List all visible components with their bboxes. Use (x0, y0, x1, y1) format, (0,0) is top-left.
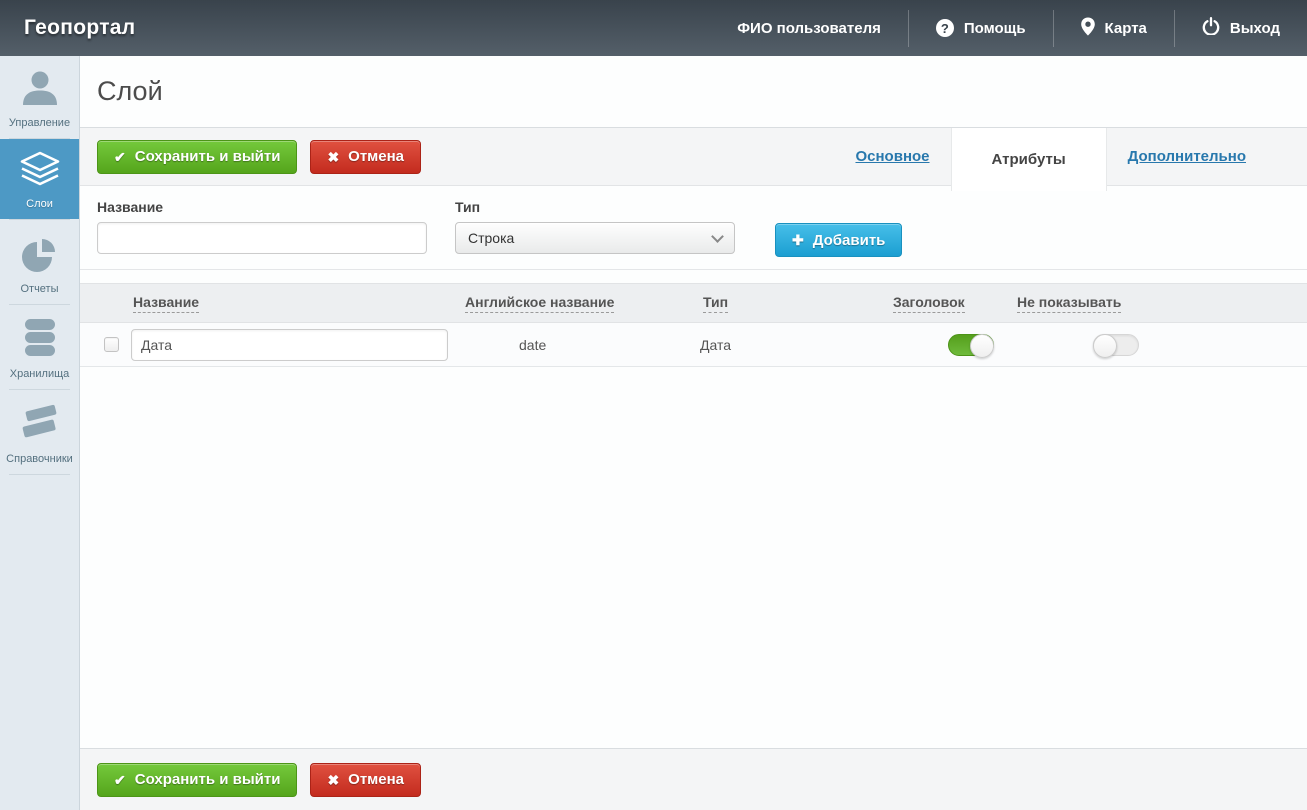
cancel-button[interactable]: ✖ Отмена (310, 139, 422, 174)
column-header-hide: Не показывать (1010, 294, 1307, 313)
add-attribute-button[interactable]: ✚ Добавить (775, 223, 903, 257)
sidebar-item-directories[interactable]: Справочники (0, 390, 79, 474)
top-toolbar: ✔ Сохранить и выйти ✖ Отмена Основное Ат… (80, 127, 1307, 191)
tab-bar: Основное Атрибуты Дополнительно (834, 128, 1267, 191)
add-attribute-label: Добавить (812, 231, 886, 249)
name-field-label: Название (97, 199, 164, 215)
row-name-input[interactable] (131, 328, 448, 361)
sidebar-item-storage[interactable]: Хранилища (0, 305, 79, 389)
main-content: Слой ✔ Сохранить и выйти ✖ Отмена Основн… (80, 56, 1307, 810)
table-row: date Дата (80, 323, 1307, 367)
sidebar-divider (9, 474, 70, 475)
column-header-hide-label[interactable]: Не показывать (1017, 294, 1122, 313)
cross-icon: ✖ (327, 148, 340, 165)
chevron-down-icon (711, 229, 724, 243)
column-header-english-name-label[interactable]: Английское название (465, 294, 615, 313)
row-checkbox[interactable] (104, 337, 119, 352)
row-checkbox-cell (80, 337, 130, 352)
tab-attributes[interactable]: Атрибуты (950, 128, 1107, 191)
tab-main[interactable]: Основное (834, 148, 950, 165)
sidebar-item-layers[interactable]: Слои (0, 139, 79, 219)
pie-chart-icon (2, 231, 77, 280)
hide-toggle[interactable] (1093, 333, 1139, 358)
app-title: Геопортал (24, 16, 136, 39)
app-header: Геопортал ФИО пользователя ? Помощь Карт… (0, 0, 1307, 56)
row-hide-cell (1010, 333, 1307, 358)
cancel-label: Отмена (348, 771, 405, 788)
cancel-label: Отмена (348, 148, 405, 165)
user-name[interactable]: ФИО пользователя (710, 0, 908, 56)
map-pin-icon (1080, 17, 1095, 40)
user-icon (2, 67, 77, 114)
page-title: Слой (97, 76, 163, 106)
layers-icon (2, 150, 77, 195)
help-icon: ? (935, 19, 954, 37)
sidebar-item-management[interactable]: Управление (0, 56, 79, 138)
save-exit-label: Сохранить и выйти (134, 771, 281, 788)
check-icon: ✔ (114, 771, 126, 788)
save-exit-button-bottom[interactable]: ✔ Сохранить и выйти (97, 762, 298, 797)
check-icon: ✔ (114, 148, 126, 165)
toggle-knob (970, 333, 994, 358)
help-button[interactable]: ? Помощь (909, 0, 1053, 56)
row-english-name: date (519, 336, 547, 353)
row-header-cell (880, 333, 1010, 358)
sidebar-item-label: Хранилища (9, 368, 70, 380)
sidebar-item-label: Слои (26, 198, 53, 210)
title-band: Слой (80, 56, 1307, 127)
logout-label: Выход (1229, 19, 1280, 37)
attribute-name-input[interactable] (97, 222, 427, 254)
column-header-header-label[interactable]: Заголовок (893, 294, 965, 313)
save-exit-button[interactable]: ✔ Сохранить и выйти (97, 139, 298, 174)
type-field-label: Тип (455, 199, 481, 215)
books-icon (2, 401, 77, 450)
header-toggle[interactable] (948, 333, 994, 358)
content-spacer (80, 367, 1307, 748)
logout-button[interactable]: Выход (1175, 0, 1307, 56)
type-select[interactable]: Строка (455, 222, 735, 254)
user-name-label: ФИО пользователя (737, 19, 881, 37)
column-header-name: Название (130, 294, 450, 313)
toggle-knob (1093, 333, 1117, 358)
table-header-row: Название Английское название Тип Заголов… (80, 283, 1307, 323)
cross-icon: ✖ (327, 771, 340, 788)
help-label: Помощь (963, 19, 1026, 37)
plus-icon: ✚ (792, 232, 804, 248)
column-header-english-name: Английское название (450, 294, 680, 313)
database-icon (2, 316, 77, 365)
save-exit-label: Сохранить и выйти (134, 148, 281, 165)
map-label: Карта (1104, 19, 1147, 37)
header-nav: ФИО пользователя ? Помощь Карта Выход (710, 0, 1307, 56)
map-button[interactable]: Карта (1054, 0, 1174, 56)
sidebar-item-reports[interactable]: Отчеты (0, 220, 79, 304)
cancel-button-bottom[interactable]: ✖ Отмена (310, 762, 422, 797)
bottom-toolbar: ✔ Сохранить и выйти ✖ Отмена (80, 748, 1307, 810)
column-header-header: Заголовок (880, 294, 1010, 313)
type-field-group: Тип Строка (455, 199, 735, 254)
row-name-cell (130, 328, 450, 361)
column-header-name-label[interactable]: Название (133, 294, 200, 313)
power-icon (1202, 17, 1220, 39)
name-field-group: Название (97, 199, 427, 254)
row-type: Дата (700, 336, 732, 353)
column-header-type: Тип (680, 294, 880, 313)
attributes-table: Название Английское название Тип Заголов… (80, 283, 1307, 367)
attribute-form: Название Тип Строка ✚ Добавить (80, 186, 1307, 270)
sidebar-item-label: Управление (8, 117, 71, 129)
sidebar-item-label: Отчеты (20, 283, 59, 295)
sidebar-item-label: Справочники (6, 453, 73, 465)
tab-additional[interactable]: Дополнительно (1107, 148, 1267, 165)
sidebar: Управление Слои Отчеты Хранилища Справоч… (0, 56, 80, 810)
type-select-value: Строка (468, 230, 515, 246)
column-header-type-label[interactable]: Тип (703, 294, 729, 313)
